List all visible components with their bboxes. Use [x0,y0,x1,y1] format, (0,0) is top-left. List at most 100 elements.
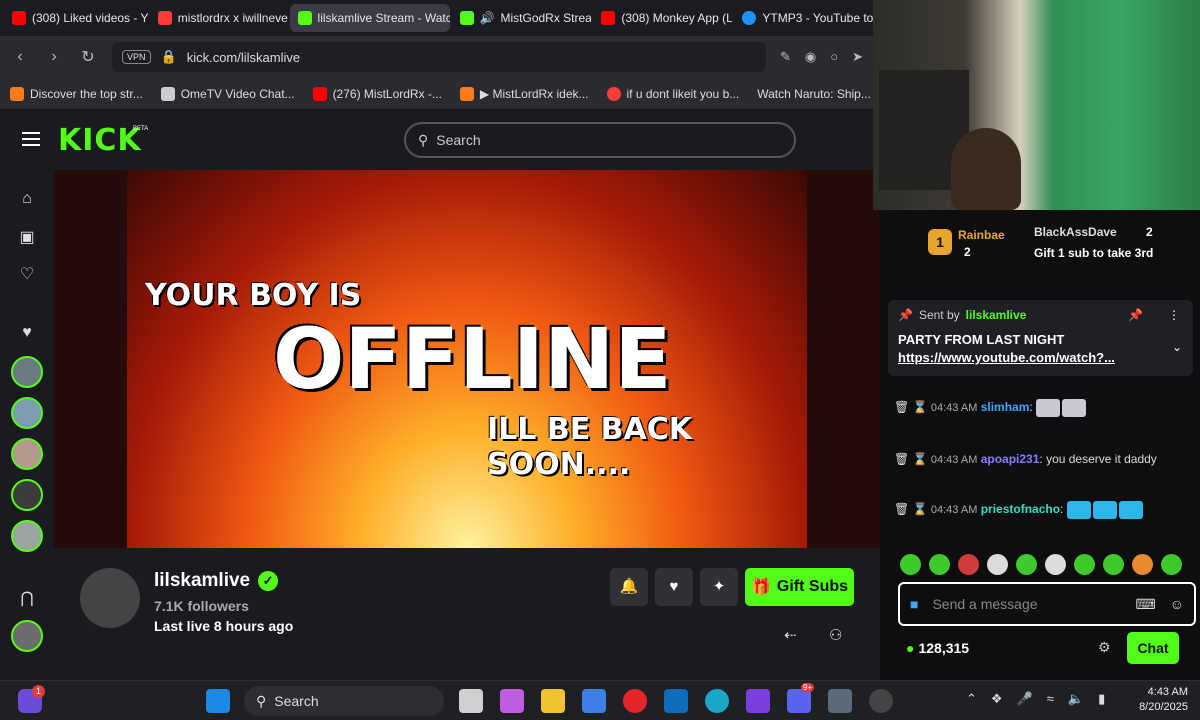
channel-avatar[interactable] [80,568,140,628]
emote-button[interactable] [929,554,950,575]
chat-settings-icon[interactable]: ⚙ [1098,639,1111,656]
followed-channel-avatar[interactable] [11,520,43,552]
chat-message-input[interactable]: ■ Send a message ⌨ ☺ [898,582,1196,626]
chevron-up-icon[interactable]: ⌃ [966,691,977,707]
task-view-icon[interactable] [459,689,483,713]
timeout-icon[interactable]: ⌛ [913,452,928,466]
emote-image [1118,500,1143,519]
clipchamp-icon[interactable] [746,689,770,713]
channel-points[interactable]: ● 128,315 [906,640,969,656]
followed-channel-avatar[interactable] [11,397,43,429]
gift-subs-button[interactable]: 🎁 Gift Subs [745,568,854,606]
forward-icon[interactable]: › [44,48,64,66]
emote-image [1036,398,1061,417]
back-icon[interactable]: ‹ [10,48,30,66]
tab-ytmp3[interactable]: YTMP3 - YouTube to [734,4,873,32]
send-icon[interactable]: ➤ [852,49,863,65]
notification-bell-button[interactable]: 🔔 [610,568,648,606]
video-player[interactable]: YOUR BOY IS OFFLINE ILL BE BACK SOON.... [54,170,880,548]
camera-icon[interactable]: ◉ [805,49,816,65]
sparkle-button[interactable]: ✦ [700,568,738,606]
channel-name[interactable]: lilskamlive [154,570,250,592]
bookmark-item[interactable]: Watch Naruto: Ship... [757,87,871,101]
emote-button[interactable] [900,554,921,575]
bookmark-item[interactable]: ▶ MistLordRx idek... [459,86,589,101]
emote-button[interactable] [958,554,979,575]
tab-liked-videos[interactable]: (308) Liked videos - Y [4,4,148,32]
volume-icon[interactable]: 🔈 [1068,691,1084,707]
tab-mistlordrx[interactable]: mistlordrx x iwillneve [150,4,288,32]
tab-monkey-app[interactable]: (308) Monkey App (L [593,4,732,32]
emote-button[interactable] [1045,554,1066,575]
timeout-icon[interactable]: ⌛ [913,400,928,414]
emoji-icon[interactable]: ☺ [1170,596,1184,612]
followed-channel-avatar[interactable] [11,479,43,511]
following-heart-icon[interactable]: ♥ [17,324,37,344]
unpin-icon[interactable]: 📌 [1128,308,1143,322]
leaderboard-first-name[interactable]: Rainbae [958,228,1005,242]
vpn-badge[interactable]: VPN [122,50,151,64]
heart-icon[interactable]: ♡ [17,264,37,284]
camera-app-icon[interactable] [828,689,852,713]
settings-icon[interactable] [869,689,893,713]
emote-button[interactable] [1074,554,1095,575]
emote-button[interactable] [1016,554,1037,575]
discord-icon[interactable] [787,689,811,713]
kick-emote-icon[interactable]: ■ [910,596,918,612]
edit-icon[interactable]: ✎ [780,49,791,65]
delete-icon[interactable]: 🗑 [894,452,909,466]
microsoft-store-icon[interactable] [582,689,606,713]
bookmark-item[interactable]: OmeTV Video Chat... [160,86,295,101]
browse-icon[interactable]: ▣ [17,227,37,247]
taskbar-search[interactable]: ⚲ Search [244,686,444,716]
bookmark-item[interactable]: (276) MistLordRx -... [312,86,442,101]
copilot-icon[interactable] [500,689,524,713]
followed-channel-avatar[interactable] [11,356,43,388]
leaderboard-second-name[interactable]: BlackAssDave [1034,225,1117,239]
wifi-icon[interactable]: ≈ [1047,691,1054,707]
home-icon[interactable]: ⌂ [17,190,37,210]
live-broadcast-icon[interactable]: ⋂ [17,588,37,608]
outlook-icon[interactable] [664,689,688,713]
file-explorer-icon[interactable] [541,689,565,713]
emote-button[interactable] [987,554,1008,575]
bookmark-item[interactable]: if u dont likeit you b... [606,86,739,101]
tray-app-icon[interactable]: ❖ [991,691,1003,707]
message-user[interactable]: priestofnacho [981,502,1060,516]
delete-icon[interactable]: 🗑 [894,400,909,414]
shield-icon[interactable]: ○ [830,49,838,65]
emote-button[interactable] [1132,554,1153,575]
follow-heart-button[interactable]: ♥ [655,568,693,606]
recommended-channel-avatar[interactable] [11,620,43,652]
delete-icon[interactable]: 🗑 [894,502,909,516]
more-options-icon[interactable]: ⋮ [1168,308,1180,322]
bookmark-item[interactable]: Discover the top str... [10,86,143,101]
chat-send-button[interactable]: Chat [1127,632,1179,664]
battery-icon[interactable]: ▮ [1098,691,1105,707]
leaderboard-third-prompt[interactable]: Gift 1 sub to take 3rd [1034,246,1153,260]
kick-logo[interactable]: KICK [58,123,142,158]
pinned-link[interactable]: https://www.youtube.com/watch?... [898,350,1115,365]
tab-lilskamlive[interactable]: lilskamlive Stream - Watc [289,4,450,32]
add-user-icon[interactable]: ⚇ [829,626,842,644]
menu-icon[interactable] [22,132,40,146]
taskbar-clock[interactable]: 4:43 AM 8/20/2025 [1128,685,1188,715]
translate-icon[interactable]: ⌨ [1135,596,1155,613]
emote-button[interactable] [1103,554,1124,575]
tab-mistgodrx[interactable]: 🔊 MistGodRx Strea [452,4,591,32]
expand-chevron-icon[interactable]: ⌄ [1172,340,1182,354]
share-icon[interactable]: ⇠ [784,626,797,644]
message-user[interactable]: apoapi231 [981,452,1040,466]
search-input[interactable]: ⚲ Search [404,122,796,158]
followed-channel-avatar[interactable] [11,438,43,470]
windows-start-icon[interactable] [206,689,230,713]
timeout-icon[interactable]: ⌛ [913,502,928,516]
pinned-sender[interactable]: lilskamlive [966,308,1027,322]
reload-icon[interactable]: ↻ [78,47,98,67]
microphone-icon[interactable]: 🎤 [1017,691,1033,707]
url-field[interactable]: VPN 🔒 kick.com/lilskamlive [112,42,766,72]
edge-icon[interactable] [705,689,729,713]
message-user[interactable]: slimham [981,400,1030,414]
emote-button[interactable] [1161,554,1182,575]
opera-gx-icon[interactable] [623,689,647,713]
